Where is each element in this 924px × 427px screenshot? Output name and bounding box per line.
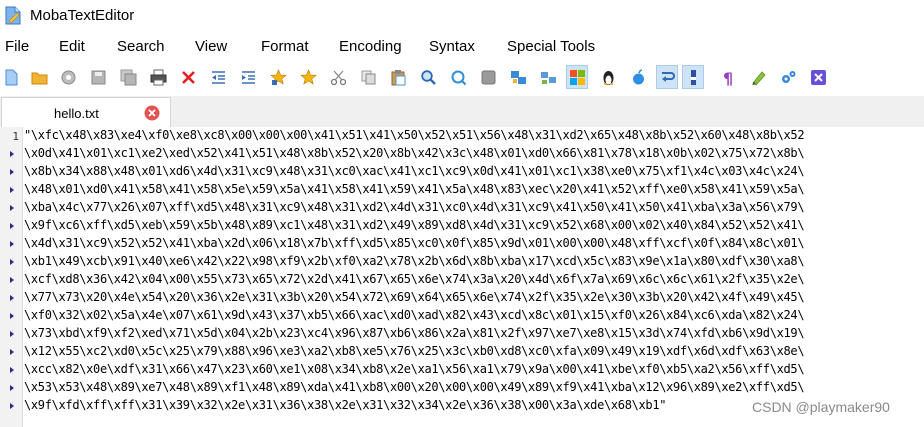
new-file-icon[interactable]	[0, 65, 22, 89]
text-line: \x77\x73\x20\x4e\x54\x20\x36\x2e\x31\x3b…	[24, 290, 805, 304]
highlighter-icon[interactable]	[747, 65, 769, 89]
toolbar: ¶	[0, 62, 924, 92]
wrap-marker-icon	[10, 349, 14, 355]
svg-text:¶: ¶	[723, 69, 733, 86]
menu-special-tools[interactable]: Special Tools	[507, 38, 595, 55]
wrap-marker-icon	[10, 385, 14, 391]
compare-icon[interactable]	[507, 65, 529, 89]
line-gutter: 1	[0, 127, 23, 427]
linux-eol-icon[interactable]	[597, 65, 619, 89]
wrap-marker-icon	[10, 151, 14, 157]
wrap-marker-icon	[10, 403, 14, 409]
replace-icon[interactable]	[447, 65, 469, 89]
tab-bar: hello.txt	[0, 96, 924, 128]
wrap-marker-icon	[10, 241, 14, 247]
menu-file[interactable]: File	[5, 38, 29, 55]
settings-icon[interactable]	[777, 65, 799, 89]
wrap-marker-icon	[10, 367, 14, 373]
editor-area[interactable]: 1 "\xfc\x48\x83\xe4\xf0\xe8\xc8\x00\x00\…	[0, 127, 924, 427]
text-line: \xb1\x49\xcb\x91\x40\xe6\x42\x22\x98\xf9…	[24, 254, 805, 268]
close-icon[interactable]	[177, 65, 199, 89]
wrap-marker-icon	[10, 295, 14, 301]
text-line: \xf0\x32\x02\x5a\x4e\x07\x61\x9d\x43\x37…	[24, 308, 805, 322]
text-line: \xba\x4c\x77\x26\x07\xff\xd5\x48\x31\xc9…	[24, 200, 805, 214]
menu-view[interactable]: View	[195, 38, 227, 55]
show-indent-icon[interactable]	[682, 65, 704, 89]
menu-encoding[interactable]: Encoding	[339, 38, 402, 55]
app-icon	[5, 6, 21, 25]
paste-icon[interactable]	[387, 65, 409, 89]
tab-hello-txt[interactable]: hello.txt	[1, 97, 171, 127]
print-icon[interactable]	[147, 65, 169, 89]
menu-edit[interactable]: Edit	[59, 38, 85, 55]
outdent-icon[interactable]	[207, 65, 229, 89]
windows-eol-icon[interactable]	[566, 65, 588, 89]
indent-icon[interactable]	[237, 65, 259, 89]
search-icon[interactable]	[417, 65, 439, 89]
wrap-marker-icon	[10, 169, 14, 175]
compare-dirs-icon[interactable]	[537, 65, 559, 89]
title-bar: MobaTextEditor	[0, 0, 924, 33]
text-line: \x73\xbd\xf9\xf2\xed\x71\x5d\x04\x2b\x23…	[24, 326, 805, 340]
reload-icon[interactable]	[57, 65, 79, 89]
text-line: \xcf\xd8\x36\x42\x04\x00\x55\x73\x65\x72…	[24, 272, 805, 286]
wrap-marker-icon	[10, 277, 14, 283]
text-line: \x8b\x34\x88\x48\x01\xd6\x4d\x31\xc9\x48…	[24, 164, 805, 178]
word-wrap-icon[interactable]	[656, 65, 678, 89]
line-number: 1	[12, 130, 19, 143]
menu-bar: File Edit Search View Format Encoding Sy…	[0, 36, 924, 60]
wrap-marker-icon	[10, 205, 14, 211]
text-line: \x0d\x41\x01\xc1\xe2\xed\x52\x41\x51\x48…	[24, 146, 805, 160]
cut-icon[interactable]	[327, 65, 349, 89]
exit-icon[interactable]	[807, 65, 829, 89]
save-icon[interactable]	[87, 65, 109, 89]
menu-syntax[interactable]: Syntax	[429, 38, 475, 55]
tab-label: hello.txt	[54, 106, 99, 121]
show-symbols-icon[interactable]: ¶	[717, 65, 739, 89]
window-title: MobaTextEditor	[30, 7, 135, 24]
wrap-marker-icon	[10, 331, 14, 337]
save-all-icon[interactable]	[117, 65, 139, 89]
text-line: \x12\x55\xc2\xd0\x5c\x25\x79\x88\x96\xe3…	[24, 344, 805, 358]
wrap-marker-icon	[10, 223, 14, 229]
copy-icon[interactable]	[357, 65, 379, 89]
mac-eol-icon[interactable]	[627, 65, 649, 89]
wrap-marker-icon	[10, 313, 14, 319]
text-line: \x4d\x31\xc9\x52\x52\x41\xba\x2d\x06\x18…	[24, 236, 805, 250]
menu-format[interactable]: Format	[261, 38, 309, 55]
tab-close-icon[interactable]	[144, 105, 160, 121]
text-line: \xcc\x82\x0e\xdf\x31\x66\x47\x23\x60\xe1…	[24, 362, 805, 376]
stop-icon[interactable]	[477, 65, 499, 89]
text-line: \x9f\xc6\xff\xd5\xeb\x59\x5b\x48\x89\xc1…	[24, 218, 805, 232]
text-line: "\xfc\x48\x83\xe4\xf0\xe8\xc8\x00\x00\x0…	[24, 128, 805, 142]
text-line: \x48\x01\xd0\x41\x58\x41\x58\x5e\x59\x5a…	[24, 182, 805, 196]
wrap-marker-icon	[10, 259, 14, 265]
text-line: \x9f\xfd\xff\xff\x31\x39\x32\x2e\x31\x36…	[24, 398, 667, 412]
text-line: \x53\x53\x48\x89\xe7\x48\x89\xf1\x48\x89…	[24, 380, 805, 394]
open-folder-icon[interactable]	[28, 65, 50, 89]
wrap-marker-icon	[10, 187, 14, 193]
next-bookmark-icon[interactable]	[297, 65, 319, 89]
bookmark-icon[interactable]	[267, 65, 289, 89]
menu-search[interactable]: Search	[117, 38, 165, 55]
watermark: CSDN @playmaker90	[752, 399, 890, 415]
